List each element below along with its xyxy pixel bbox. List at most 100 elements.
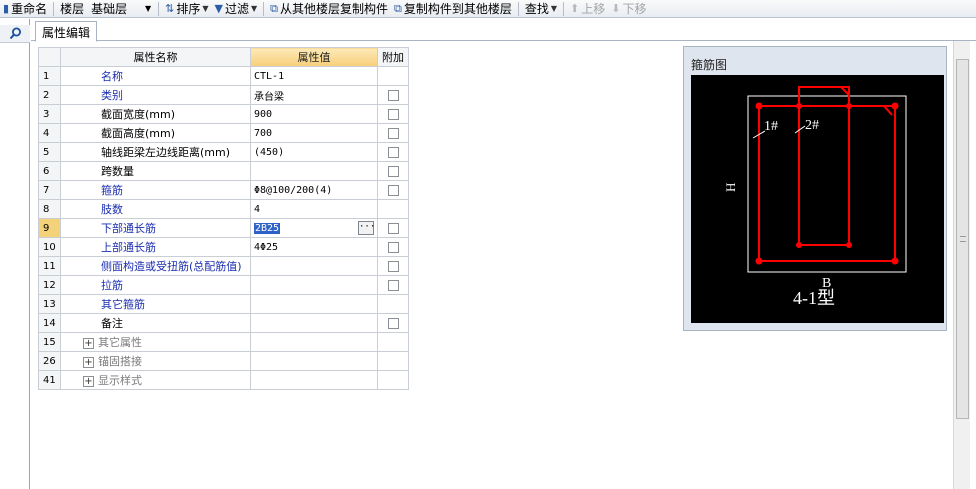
row-number: 8 [38,199,61,219]
rename-button[interactable]: ▮ 重命名 [0,0,50,17]
value-edit-box: 2B25 ··· [254,221,375,235]
table-row[interactable]: 10 上部通长筋 4Φ25 [38,237,409,257]
add-checkbox[interactable] [387,223,399,234]
property-value[interactable] [250,294,378,314]
property-name: 下部通长筋 [60,218,251,238]
grip-icon [960,236,966,242]
property-value[interactable]: Φ8@100/200(4) [250,180,378,200]
search-button[interactable] [0,25,30,43]
rebar-dot [846,242,852,248]
add-checkbox[interactable] [387,242,399,253]
table-row[interactable]: 2 类别 承台梁 [38,85,409,105]
property-value[interactable] [250,313,378,333]
floor-select[interactable]: 基础层 ▼ [89,1,155,17]
row-number: 7 [38,180,61,200]
property-name: 其它箍筋 [60,294,251,314]
copy-from-floor-button[interactable]: ⧉ 从其他楼层复制构件 [267,0,391,17]
copy-from-label: 从其他楼层复制构件 [279,2,388,16]
property-value[interactable]: 4Φ25 [250,237,378,257]
row-number-header [38,47,61,67]
group-value [250,351,378,371]
stirrup-1-label: 1# [764,119,778,134]
group-value [250,332,378,352]
add-cell [377,104,409,124]
group-name-cell: + 显示样式 [60,370,251,390]
add-checkbox[interactable] [387,166,399,177]
property-value[interactable]: 900 [250,104,378,124]
add-cell [377,237,409,257]
toolbar-separator [158,1,160,16]
group-name-cell: + 其它属性 [60,332,251,352]
group-row[interactable]: 41 + 显示样式 [38,370,409,390]
group-value [250,370,378,390]
property-name: 备注 [60,313,251,333]
ellipsis-button[interactable]: ··· [358,221,375,235]
move-down-button[interactable]: ⬇ 下移 [608,0,649,17]
table-row[interactable]: 12 拉筋 [38,275,409,295]
table-row[interactable]: 14 备注 [38,313,409,333]
move-up-button[interactable]: ⬆ 上移 [567,0,608,17]
expand-icon[interactable]: + [83,338,94,349]
expand-icon[interactable]: + [83,357,94,368]
outer-stirrup [758,105,896,262]
property-value[interactable] [250,256,378,276]
copy-to-floor-button[interactable]: ⧉ 复制构件到其他楼层 [391,0,515,17]
find-button[interactable]: 查找 ▼ [522,0,560,17]
add-checkbox[interactable] [387,280,399,291]
add-checkbox[interactable] [387,147,399,158]
table-row[interactable]: 8 肢数 4 [38,199,409,219]
property-value[interactable]: 承台梁 [250,85,378,105]
add-cell [377,123,409,143]
property-value[interactable] [250,275,378,295]
property-value[interactable]: CTL-1 [250,66,378,86]
group-name-cell: + 锚固搭接 [60,351,251,371]
expand-icon[interactable]: + [83,376,94,387]
arrow-down-icon: ⬇ [611,2,621,15]
table-row[interactable]: 7 箍筋 Φ8@100/200(4) [38,180,409,200]
scrollbar-thumb[interactable] [956,59,969,419]
property-value[interactable]: (450) [250,142,378,162]
add-checkbox[interactable] [387,185,399,196]
property-name: 拉筋 [60,275,251,295]
add-checkbox[interactable] [387,128,399,139]
table-row[interactable]: 5 轴线距梁左边线距离(mm) (450) [38,142,409,162]
add-cell [377,66,409,86]
toolbar-separator [517,1,519,16]
filter-button[interactable]: ▼ 过滤 ▼ [211,0,260,17]
table-row[interactable]: 11 侧面构造或受扭筋(总配筋值) [38,256,409,276]
group-row[interactable]: 26 + 锚固搭接 [38,351,409,371]
column-header-name[interactable]: 属性名称 [60,47,251,67]
property-name: 箍筋 [60,180,251,200]
group-name: 显示样式 [98,374,142,387]
row-number: 11 [38,256,61,276]
search-icon [9,27,21,40]
vertical-scrollbar[interactable] [953,41,970,489]
rebar-dot [891,102,899,110]
row-number: 3 [38,104,61,124]
column-header-add[interactable]: 附加 [377,47,409,67]
tab-property-edit[interactable]: 属性编辑 [35,21,98,42]
row-number: 10 [38,237,61,257]
table-row[interactable]: 13 其它箍筋 [38,294,409,314]
property-value-editor[interactable]: 2B25 ··· [250,218,378,238]
add-checkbox[interactable] [387,109,399,120]
chevron-down-icon: ▼ [550,4,558,13]
add-checkbox[interactable] [387,261,399,272]
property-value[interactable]: 700 [250,123,378,143]
property-value-input[interactable]: 2B25 [254,222,281,234]
table-row[interactable]: 4 截面高度(mm) 700 [38,123,409,143]
property-name: 肢数 [60,199,251,219]
column-header-value[interactable]: 属性值 [250,47,378,67]
property-value[interactable] [250,161,378,181]
sort-button[interactable]: ⇅ 排序 ▼ [162,0,211,17]
property-value[interactable]: 4 [250,199,378,219]
table-row[interactable]: 3 截面宽度(mm) 900 [38,104,409,124]
add-checkbox[interactable] [387,318,399,329]
add-checkbox[interactable] [387,90,399,101]
table-row-selected[interactable]: 9 下部通长筋 2B25 ··· [38,218,409,238]
property-name: 截面宽度(mm) [60,104,251,124]
group-row[interactable]: 15 + 其它属性 [38,332,409,352]
table-row[interactable]: 6 跨数量 [38,161,409,181]
copy-to-icon: ⧉ [394,1,402,15]
table-row[interactable]: 1 名称 CTL-1 [38,66,409,86]
